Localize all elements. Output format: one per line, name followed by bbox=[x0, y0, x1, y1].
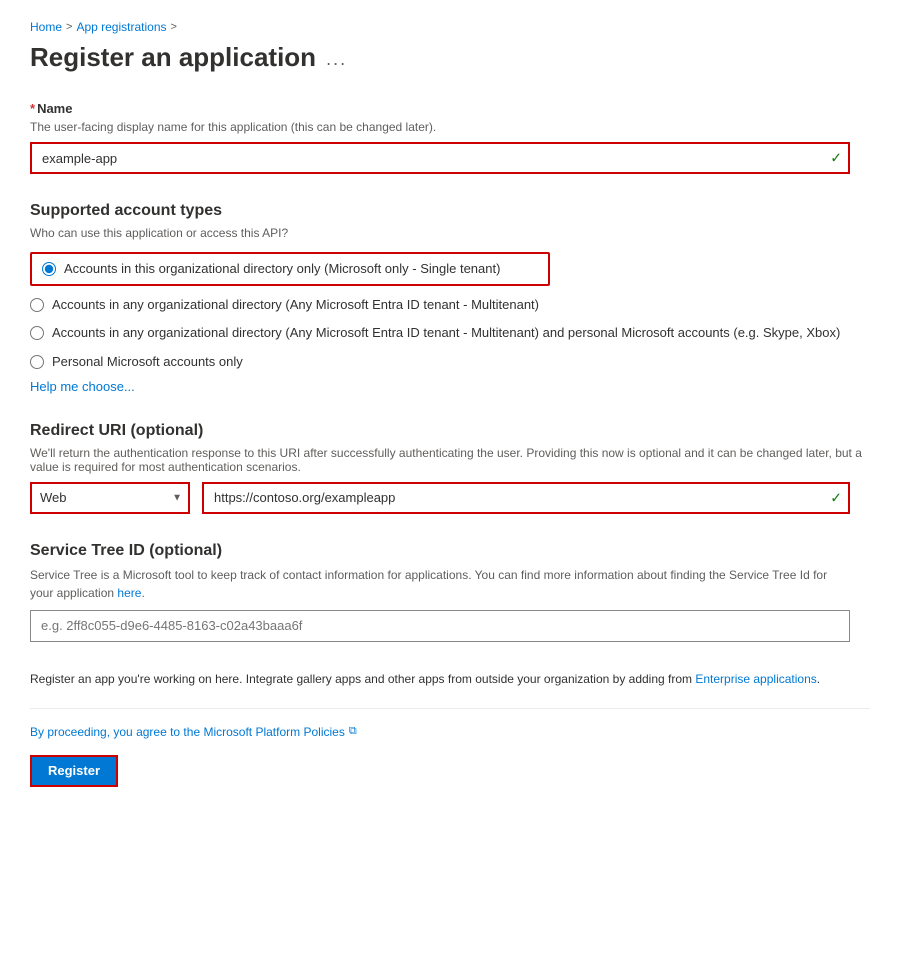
redirect-type-select[interactable]: Web Single-page application (SPA) Public… bbox=[30, 482, 190, 514]
page-header: Register an application ... bbox=[30, 42, 870, 73]
service-tree-description: Service Tree is a Microsoft tool to keep… bbox=[30, 566, 850, 602]
bottom-note: Register an app you're working on here. … bbox=[30, 670, 850, 688]
name-input[interactable] bbox=[30, 142, 850, 174]
radio-label-multi-tenant[interactable]: Accounts in any organizational directory… bbox=[52, 296, 539, 314]
name-section: *Name The user-facing display name for t… bbox=[30, 101, 870, 174]
radio-label-single-tenant[interactable]: Accounts in this organizational director… bbox=[64, 260, 500, 278]
redirect-uri-title: Redirect URI (optional) bbox=[30, 422, 870, 440]
service-tree-input-wrapper bbox=[30, 610, 850, 642]
radio-item-personal-only: Personal Microsoft accounts only bbox=[30, 353, 870, 371]
breadcrumb-app-registrations[interactable]: App registrations bbox=[76, 20, 166, 34]
radio-label-personal-only[interactable]: Personal Microsoft accounts only bbox=[52, 353, 243, 371]
radio-item-single-tenant: Accounts in this organizational director… bbox=[30, 252, 550, 286]
enterprise-applications-link[interactable]: Enterprise applications bbox=[695, 672, 816, 686]
divider bbox=[30, 708, 870, 709]
radio-label-multi-tenant-personal[interactable]: Accounts in any organizational directory… bbox=[52, 324, 840, 342]
service-tree-title: Service Tree ID (optional) bbox=[30, 542, 870, 560]
account-types-title: Supported account types bbox=[30, 202, 870, 220]
breadcrumb-sep-2: > bbox=[171, 21, 177, 33]
external-link-icon: ⧉ bbox=[349, 725, 357, 738]
redirect-uri-input-wrapper: ✓ bbox=[202, 482, 850, 514]
account-types-section: Supported account types Who can use this… bbox=[30, 202, 870, 394]
name-description: The user-facing display name for this ap… bbox=[30, 120, 870, 134]
account-types-radio-group: Accounts in this organizational director… bbox=[30, 252, 870, 371]
radio-multi-tenant-personal[interactable] bbox=[30, 326, 44, 340]
policy-text: By proceeding, you agree to the Microsof… bbox=[30, 725, 870, 739]
radio-item-multi-tenant-personal: Accounts in any organizational directory… bbox=[30, 324, 870, 342]
name-label: *Name bbox=[30, 101, 870, 116]
redirect-type-select-wrapper: Web Single-page application (SPA) Public… bbox=[30, 482, 190, 514]
service-tree-section: Service Tree ID (optional) Service Tree … bbox=[30, 542, 870, 642]
name-check-icon: ✓ bbox=[830, 150, 842, 167]
breadcrumb-home[interactable]: Home bbox=[30, 20, 62, 34]
redirect-check-icon: ✓ bbox=[830, 489, 842, 506]
name-input-wrapper: ✓ bbox=[30, 142, 850, 174]
page-title-ellipsis: ... bbox=[326, 49, 347, 70]
redirect-uri-description: We'll return the authentication response… bbox=[30, 446, 870, 474]
radio-multi-tenant[interactable] bbox=[30, 298, 44, 312]
breadcrumb: Home > App registrations > bbox=[30, 20, 870, 34]
redirect-uri-section: Redirect URI (optional) We'll return the… bbox=[30, 422, 870, 514]
help-me-choose-link[interactable]: Help me choose... bbox=[30, 379, 135, 394]
redirect-row: Web Single-page application (SPA) Public… bbox=[30, 482, 850, 514]
page-title: Register an application bbox=[30, 42, 316, 73]
account-types-subtitle: Who can use this application or access t… bbox=[30, 226, 870, 240]
breadcrumb-sep-1: > bbox=[66, 21, 72, 33]
required-star: * bbox=[30, 101, 35, 116]
policy-link[interactable]: By proceeding, you agree to the Microsof… bbox=[30, 725, 345, 739]
register-button[interactable]: Register bbox=[30, 755, 118, 787]
service-tree-here-link[interactable]: here bbox=[117, 586, 141, 600]
radio-personal-only[interactable] bbox=[30, 355, 44, 369]
radio-item-multi-tenant: Accounts in any organizational directory… bbox=[30, 296, 870, 314]
radio-single-tenant[interactable] bbox=[42, 262, 56, 276]
redirect-uri-input[interactable] bbox=[202, 482, 850, 514]
service-tree-input[interactable] bbox=[30, 610, 850, 642]
